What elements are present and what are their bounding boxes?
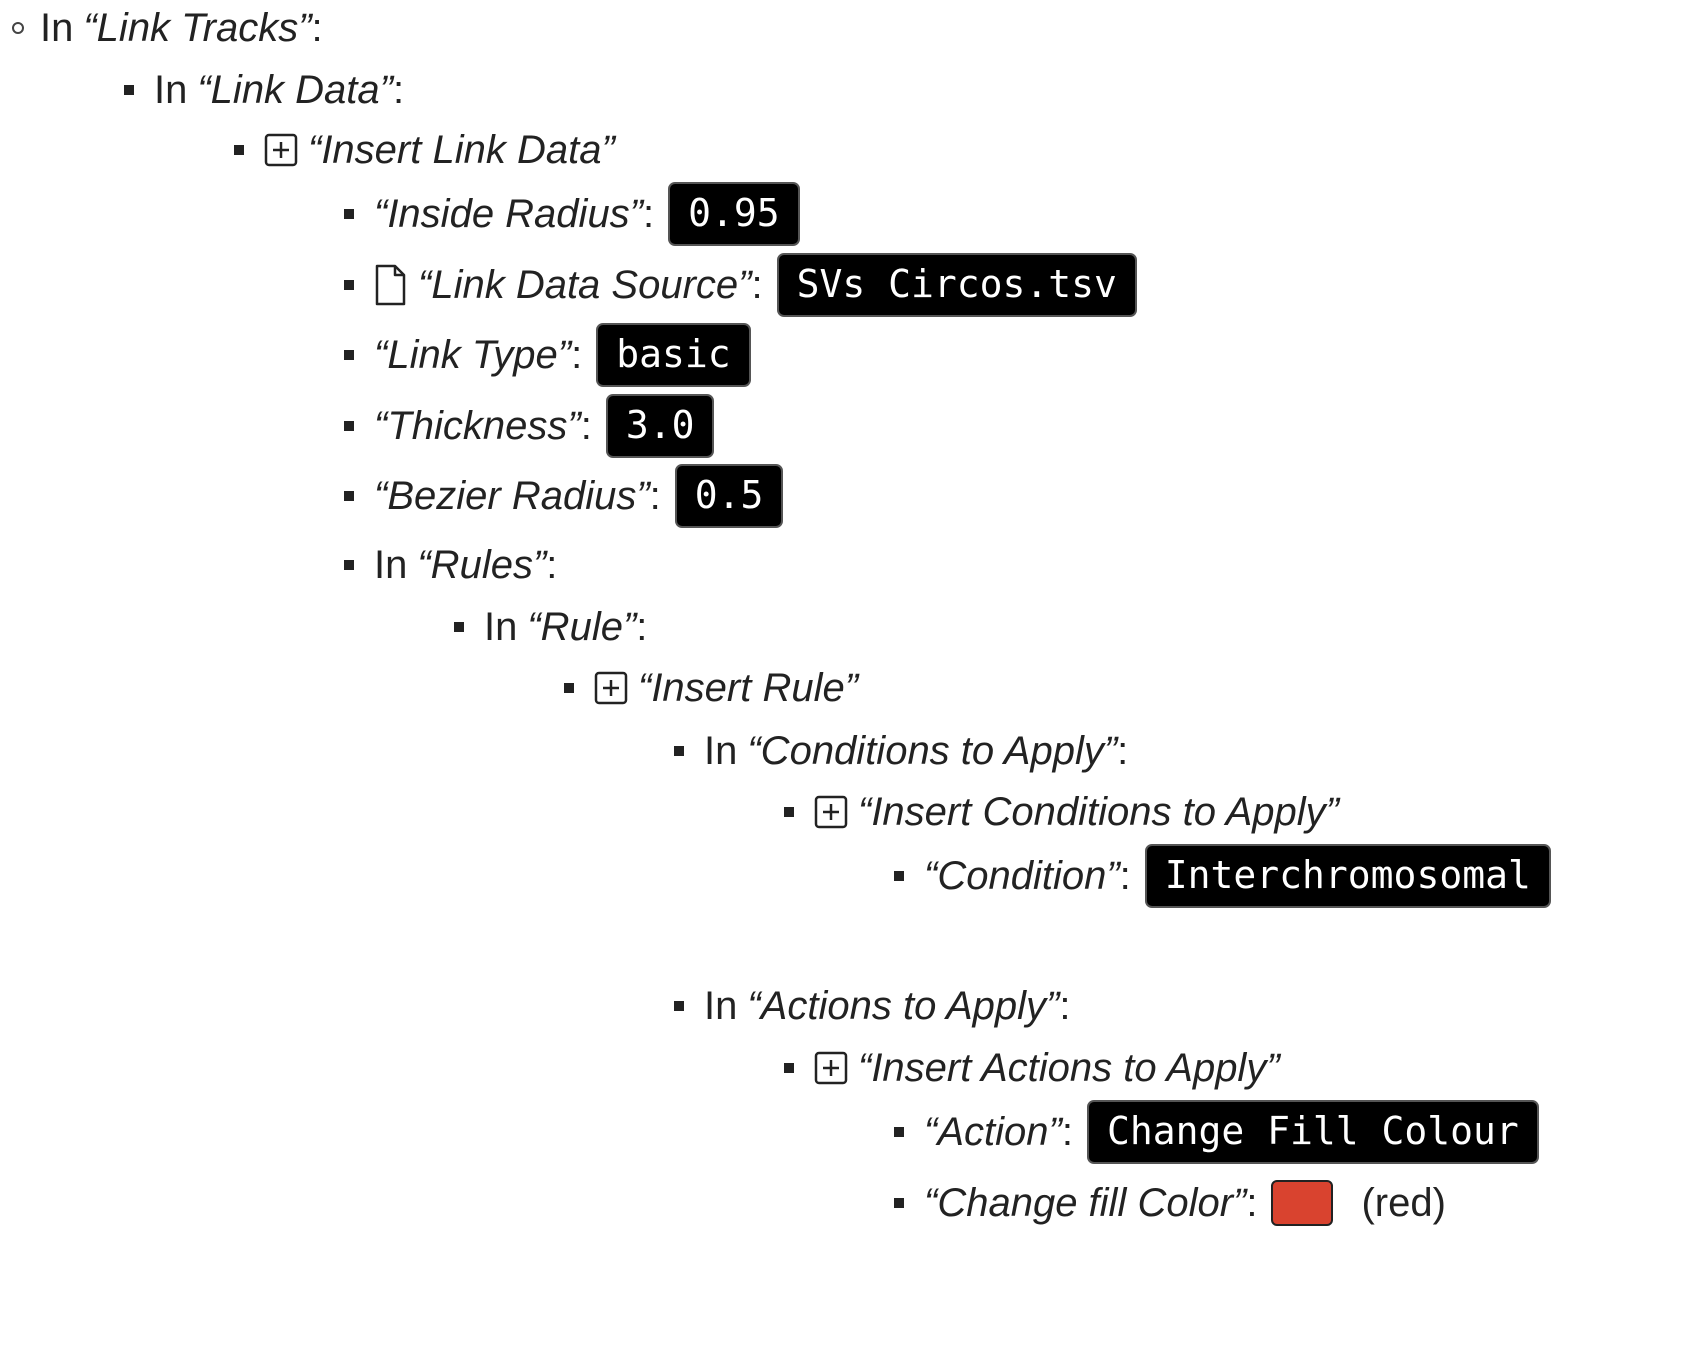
field-bezier-radius: “Bezier Radius” : 0.5 <box>344 464 784 528</box>
colon: : <box>311 6 323 50</box>
bezier-radius-value: 0.5 <box>674 464 784 528</box>
square-bullet <box>234 145 244 155</box>
field-label: “Bezier Radius” <box>374 474 650 518</box>
colon: : <box>751 263 763 307</box>
colon: : <box>636 605 648 649</box>
field-action: “Action” : Change Fill Colour <box>894 1100 1539 1164</box>
tree-item-insert-link-data[interactable]: “Insert Link Data” <box>234 130 615 170</box>
in-keyword: In <box>704 729 738 773</box>
section-name: “Rules” <box>417 543 547 587</box>
insert-label: “Insert Conditions to Apply” <box>858 790 1339 834</box>
field-thickness: “Thickness” : 3.0 <box>344 394 715 458</box>
colon: : <box>1059 984 1071 1028</box>
square-bullet <box>344 491 354 501</box>
tree-item-rule: In “Rule” : <box>454 607 661 647</box>
plus-square-icon[interactable] <box>814 795 848 829</box>
field-link-data-source: “Link Data Source” : SVs Circos.tsv <box>344 253 1137 317</box>
field-condition: “Condition” : Interchromosomal <box>894 844 1551 908</box>
circle-bullet <box>12 22 24 34</box>
link-data-source-value: SVs Circos.tsv <box>776 253 1137 317</box>
colon: : <box>643 192 655 236</box>
square-bullet <box>344 421 354 431</box>
square-bullet <box>564 683 574 693</box>
section-name: “Conditions to Apply” <box>747 729 1118 773</box>
tree-item-insert-actions[interactable]: “Insert Actions to Apply” <box>784 1048 1280 1088</box>
tree-item-rules: In “Rules” : <box>344 545 571 585</box>
link-type-value: basic <box>596 323 751 387</box>
in-keyword: In <box>484 605 518 649</box>
plus-square-icon[interactable] <box>264 133 298 167</box>
field-change-fill-color: “Change fill Color” : (red) <box>894 1180 1446 1226</box>
square-bullet <box>674 1001 684 1011</box>
color-label: (red) <box>1361 1181 1446 1225</box>
tree-item-link-data: In “Link Data” : <box>124 70 418 110</box>
colon: : <box>392 68 405 112</box>
square-bullet <box>344 280 354 290</box>
colon: : <box>1119 854 1131 898</box>
plus-square-icon[interactable] <box>814 1051 848 1085</box>
square-bullet <box>674 746 684 756</box>
colon: : <box>1117 729 1129 773</box>
colon: : <box>1061 1110 1073 1154</box>
section-name: “Link Tracks” <box>83 6 312 50</box>
insert-label: “Insert Rule” <box>638 666 859 710</box>
colon: : <box>571 333 583 377</box>
section-name: “Actions to Apply” <box>747 984 1060 1028</box>
field-link-type: “Link Type” : basic <box>344 323 751 387</box>
colon: : <box>546 543 558 587</box>
square-bullet <box>344 209 354 219</box>
field-inside-radius: “Inside Radius” : 0.95 <box>344 182 800 246</box>
square-bullet <box>124 85 134 95</box>
square-bullet <box>344 350 354 360</box>
square-bullet <box>894 871 904 881</box>
square-bullet <box>894 1127 904 1137</box>
inside-radius-value: 0.95 <box>668 182 800 246</box>
condition-value: Interchromosomal <box>1144 844 1551 908</box>
action-value: Change Fill Colour <box>1086 1100 1539 1164</box>
thickness-value: 3.0 <box>605 394 715 458</box>
field-label: “Thickness” <box>374 404 581 448</box>
tree-item-insert-rule[interactable]: “Insert Rule” <box>564 668 858 708</box>
colon: : <box>1246 1181 1258 1225</box>
field-label: “Link Data Source” <box>418 263 752 307</box>
tree-item-conditions-to-apply: In “Conditions to Apply” : <box>674 731 1142 771</box>
in-keyword: In <box>374 543 408 587</box>
tree-item-insert-conditions[interactable]: “Insert Conditions to Apply” <box>784 792 1339 832</box>
field-label: “Inside Radius” <box>374 192 644 236</box>
section-name: “Rule” <box>527 605 637 649</box>
square-bullet <box>784 807 794 817</box>
in-keyword: In <box>40 6 74 50</box>
insert-label: “Insert Link Data” <box>308 128 615 172</box>
square-bullet <box>454 622 464 632</box>
color-swatch <box>1271 1180 1334 1226</box>
in-keyword: In <box>704 984 738 1028</box>
field-label: “Change fill Color” <box>924 1181 1247 1225</box>
section-name: “Link Data” <box>197 68 393 112</box>
field-label: “Condition” <box>924 854 1120 898</box>
colon: : <box>580 404 592 448</box>
field-label: “Link Type” <box>374 333 572 377</box>
tree-item-link-tracks: In “Link Tracks” : <box>12 8 337 48</box>
plus-square-icon[interactable] <box>594 671 628 705</box>
field-label: “Action” <box>924 1110 1062 1154</box>
in-keyword: In <box>154 68 188 112</box>
tree-item-actions-to-apply: In “Actions to Apply” : <box>674 986 1084 1026</box>
square-bullet <box>344 560 354 570</box>
file-icon <box>375 264 406 306</box>
square-bullet <box>894 1198 904 1208</box>
insert-label: “Insert Actions to Apply” <box>858 1046 1280 1090</box>
colon: : <box>649 474 661 518</box>
square-bullet <box>784 1063 794 1073</box>
